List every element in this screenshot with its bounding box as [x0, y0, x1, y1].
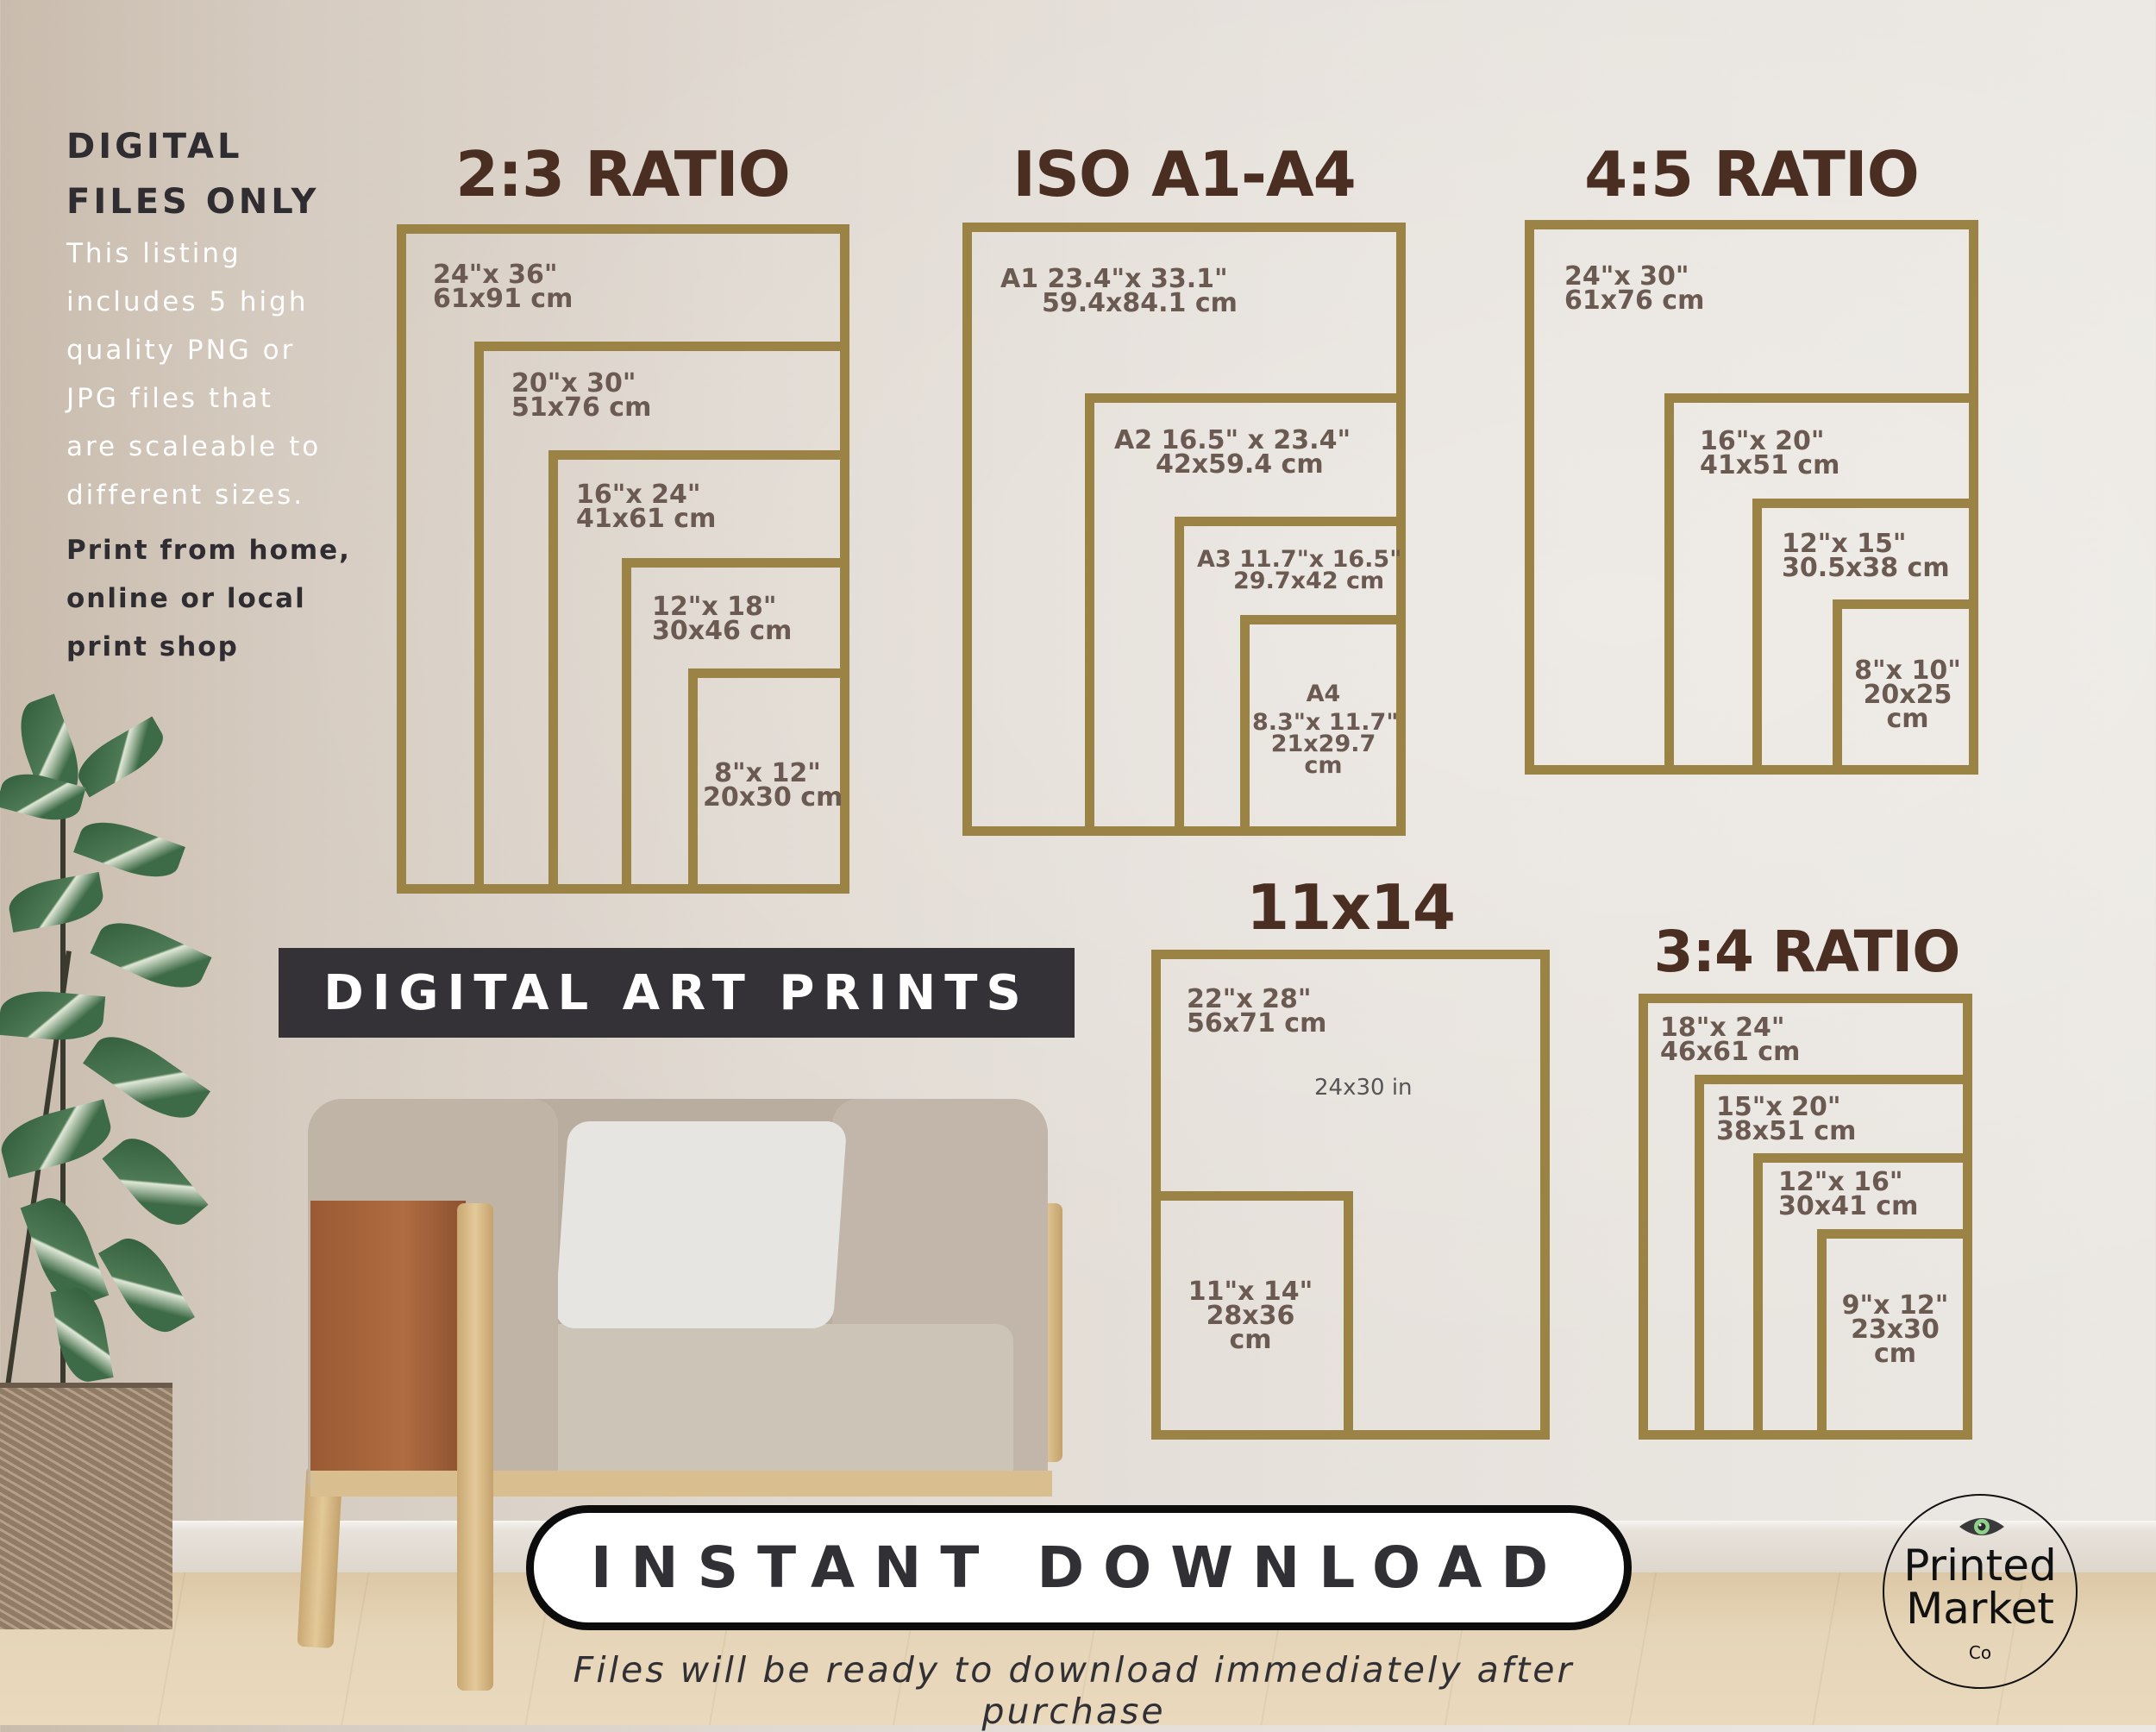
- size-label: 12"x 16" 30x41 cm: [1778, 1170, 1919, 1221]
- info-cta-line: print shop: [66, 631, 239, 662]
- size-label: 20"x 30" 51x76 cm: [511, 371, 652, 423]
- size-note: 24x30 in: [1314, 1075, 1413, 1101]
- size-label: 15"x 20" 38x51 cm: [1716, 1095, 1857, 1146]
- chair-leather-panel: [310, 1201, 466, 1471]
- size-cm: 42x59.4 cm: [1156, 449, 1324, 480]
- chair-pillow: [554, 1121, 848, 1328]
- size-label: 18"x 24" 46x61 cm: [1660, 1015, 1801, 1067]
- group-title-3-4: 3:4 RATIO: [1653, 919, 1961, 985]
- size-cm: 38x51 cm: [1716, 1116, 1857, 1146]
- group-title-2-3: 2:3 RATIO: [455, 138, 791, 210]
- group-title-iso: ISO A1-A4: [1012, 138, 1356, 210]
- size-label: 22"x 28" 56x71 cm: [1187, 987, 1327, 1039]
- size-cm: 20x30 cm: [703, 782, 843, 813]
- size-name: A4: [1306, 681, 1341, 707]
- size-cm: 61x91 cm: [433, 284, 573, 314]
- info-title-line: FILES ONLY: [66, 182, 320, 222]
- size-unit: cm: [1873, 1339, 1917, 1369]
- size-label: 24"x 30" 61x76 cm: [1564, 264, 1705, 316]
- size-label: A1 23.4"x 33.1" 59.4x84.1 cm: [1000, 267, 1238, 318]
- size-cm: 59.4x84.1 cm: [1042, 288, 1238, 318]
- size-cm: 29.7x42 cm: [1233, 568, 1385, 594]
- eye-icon: [1959, 1518, 2004, 1535]
- size-cm: 61x76 cm: [1564, 286, 1705, 316]
- size-label: 12"x 18" 30x46 cm: [652, 594, 793, 646]
- info-body-line: quality PNG or: [66, 335, 296, 366]
- size-unit: cm: [1229, 1325, 1272, 1355]
- woven-planter: [0, 1383, 172, 1629]
- chair-seat: [517, 1324, 1013, 1488]
- logo-line-3: Co: [1968, 1642, 1992, 1663]
- size-label: 24"x 36" 61x91 cm: [433, 262, 573, 314]
- logo-line-1: Printed: [1903, 1541, 2057, 1591]
- info-print-options: Print from home, online or local print s…: [66, 526, 360, 671]
- size-label: 16"x 20" 41x51 cm: [1700, 429, 1840, 480]
- size-cm: 30x41 cm: [1778, 1191, 1919, 1221]
- info-title: DIGITAL FILES ONLY: [66, 119, 360, 229]
- instant-download-button[interactable]: INSTANT DOWNLOAD: [526, 1505, 1632, 1630]
- size-unit: cm: [1304, 752, 1343, 779]
- size-cm: 51x76 cm: [511, 392, 652, 423]
- instant-download-label: INSTANT DOWNLOAD: [590, 1534, 1568, 1601]
- banner-label: DIGITAL ART PRINTS: [323, 964, 1030, 1021]
- size-cm: 30x46 cm: [652, 616, 793, 646]
- info-cta-line: online or local: [66, 583, 306, 614]
- size-cm: 41x51 cm: [1700, 450, 1840, 480]
- download-footnote: Files will be ready to download immediat…: [573, 1649, 1575, 1732]
- size-cm: 30.5x38 cm: [1782, 553, 1950, 583]
- info-description: This listing includes 5 high quality PNG…: [66, 229, 360, 519]
- size-label: A4 8.3"x 11.7" 21x29.7 cm: [1252, 681, 1398, 779]
- info-body-line: includes 5 high: [66, 286, 309, 317]
- size-label: 12"x 15" 30.5x38 cm: [1782, 531, 1950, 583]
- size-label: 8"x 12" 20x30 cm: [703, 761, 843, 813]
- size-label: 16"x 24" 41x61 cm: [576, 482, 717, 534]
- size-cm: 41x61 cm: [576, 504, 717, 534]
- group-title-4-5: 4:5 RATIO: [1584, 138, 1920, 210]
- info-cta-line: Print from home,: [66, 535, 351, 566]
- group-title-11x14: 11x14: [1246, 871, 1456, 944]
- size-label: 9"x 12" 23x30 cm: [1833, 1293, 1958, 1369]
- info-title-line: DIGITAL: [66, 127, 243, 166]
- logo-line-2: Market: [1906, 1584, 2054, 1634]
- size-unit: cm: [1886, 704, 1929, 734]
- size-label: A2 16.5" x 23.4" 42x59.4 cm: [1114, 428, 1351, 480]
- info-body-line: different sizes.: [66, 480, 305, 511]
- digital-art-prints-banner: DIGITAL ART PRINTS: [279, 948, 1075, 1038]
- info-block: DIGITAL FILES ONLY This listing includes…: [66, 119, 360, 671]
- printed-market-logo: Printed Market Co: [1883, 1494, 2078, 1689]
- chair-front-leg: [457, 1203, 493, 1691]
- info-body-line: JPG files that: [66, 383, 273, 414]
- size-label: 11"x 14" 28x36 cm: [1164, 1279, 1337, 1355]
- size-cm: 56x71 cm: [1187, 1008, 1327, 1039]
- info-body-line: This listing: [66, 238, 241, 269]
- size-label: A3 11.7"x 16.5" 29.7x42 cm: [1197, 548, 1401, 594]
- chair-rail: [310, 1471, 1052, 1497]
- size-label: 8"x 10" 20x25 cm: [1847, 658, 1968, 734]
- info-body-line: are scaleable to: [66, 431, 322, 462]
- size-cm: 46x61 cm: [1660, 1037, 1801, 1067]
